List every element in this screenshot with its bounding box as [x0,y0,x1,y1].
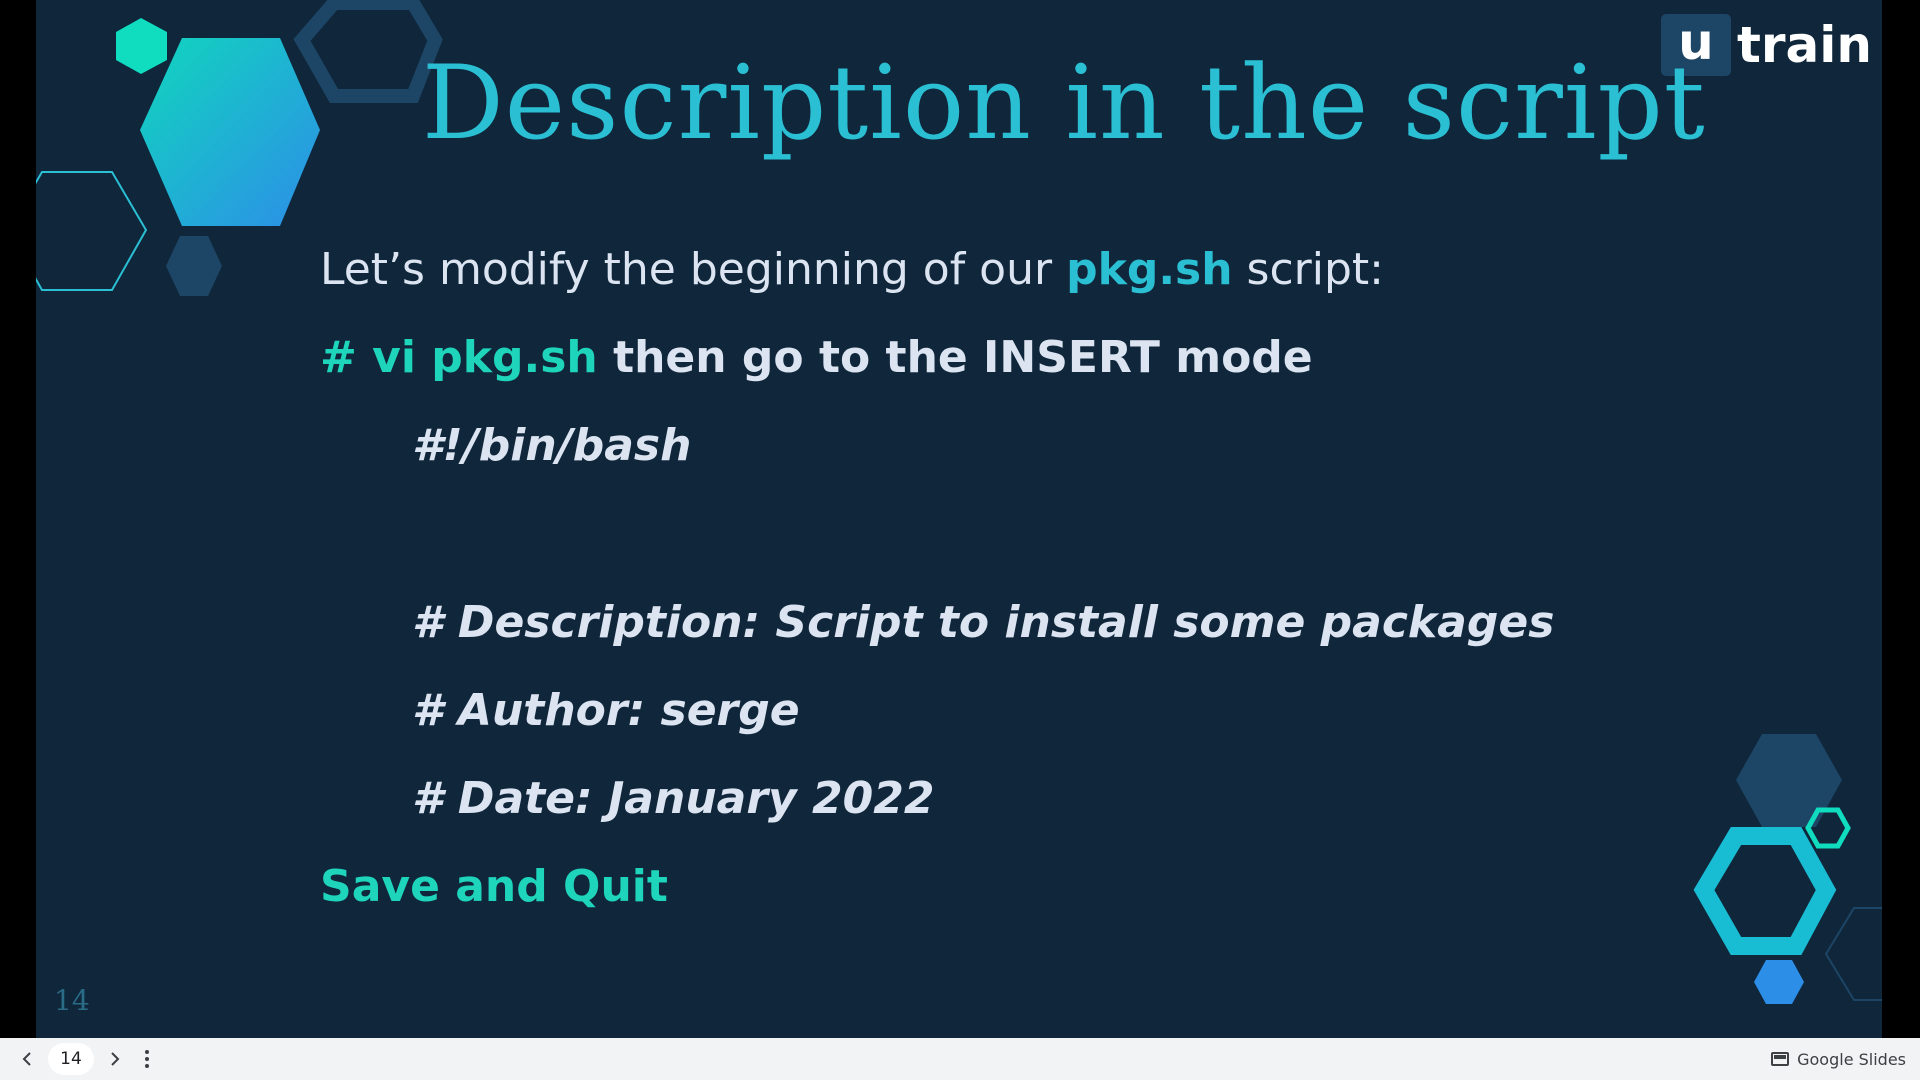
current-page-indicator[interactable]: 14 [48,1043,94,1075]
slides-icon [1771,1052,1790,1066]
slide-title: Description in the script [422,44,1706,163]
save-and-quit-text: Save and Quit [320,861,668,912]
next-slide-button[interactable] [98,1042,132,1076]
intro-line: Let’s modify the beginning of our pkg.sh… [320,244,1384,297]
hexagon-decoration-bottom-right [1693,734,1882,1004]
vi-instruction-text: then go to the INSERT mode [597,332,1313,383]
more-vert-icon [145,1050,149,1068]
code-line-description: # Description: Script to install some pa… [412,597,1555,648]
code-line-shebang: #!/bin/bash [412,420,692,471]
vi-command-highlight: # vi pkg.sh [320,332,598,383]
brand-label: Google Slides [1797,1049,1906,1069]
intro-text-end: script: [1232,244,1384,295]
more-options-button[interactable] [132,1042,162,1076]
chevron-left-icon [22,1052,31,1066]
slide-number: 14 [54,984,90,1017]
script-name-highlight: pkg.sh [1066,244,1233,295]
code-line-date: # Date: January 2022 [412,773,935,824]
chevron-right-icon [111,1052,120,1066]
google-slides-link[interactable]: Google Slides [1771,1038,1906,1080]
intro-text: Let’s modify the beginning of our [320,244,1067,295]
logo-wordmark: train [1736,16,1872,74]
slide-canvas: u train Description in the script Let’s … [36,0,1882,1038]
code-line-author: # Author: serge [412,685,800,736]
previous-slide-button[interactable] [10,1042,44,1076]
vi-instruction-line: # vi pkg.sh then go to the INSERT mode [320,332,1313,385]
presentation-control-bar: 14 Google Slides [0,1038,1920,1080]
